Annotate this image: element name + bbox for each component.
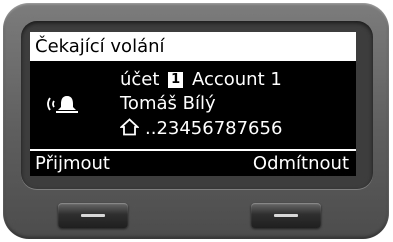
caller-name: Tomáš Bílý — [120, 93, 216, 114]
account-number-badge: 1 — [168, 72, 184, 88]
home-icon — [120, 118, 139, 136]
caller-number: ..23456787656 — [145, 118, 283, 139]
left-softkey-button[interactable] — [58, 203, 128, 228]
key-bar-icon — [81, 214, 105, 217]
account-prefix: účet — [120, 69, 160, 90]
key-bar-icon — [274, 214, 298, 217]
display-screen: Čekající volání účet 1 Account 1 Tomáš B… — [30, 32, 356, 176]
caller-number-line: ..23456787656 — [120, 118, 282, 140]
accept-softkey-label[interactable]: Přijmout — [35, 151, 110, 176]
right-softkey-button[interactable] — [251, 203, 321, 228]
screen-title: Čekající volání — [30, 32, 356, 61]
account-name: Account 1 — [191, 69, 282, 90]
phone-device: Čekající volání účet 1 Account 1 Tomáš B… — [3, 3, 389, 239]
softkey-bar: Přijmout Odmítnout — [30, 149, 356, 176]
account-line: účet 1 Account 1 — [120, 69, 282, 91]
reject-softkey-label[interactable]: Odmítnout — [253, 151, 349, 176]
ringing-bell-icon — [42, 94, 82, 114]
display-bezel: Čekající volání účet 1 Account 1 Tomáš B… — [21, 21, 373, 189]
